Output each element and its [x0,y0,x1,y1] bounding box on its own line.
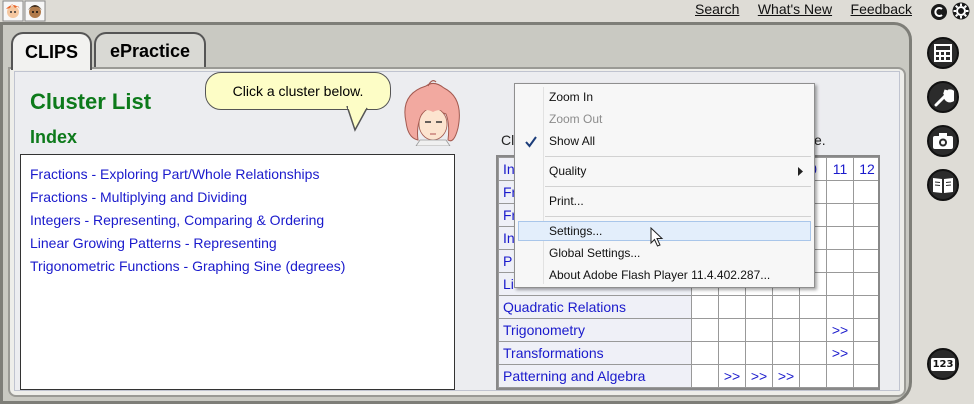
grid-cell-link[interactable]: >> [826,318,854,342]
flash-context-menu: Zoom In Zoom Out Show All Quality Print.… [514,83,815,288]
menu-separator [545,156,811,157]
grid-caption-start: Cl [501,132,515,148]
checkmark-icon [525,136,537,148]
grid-cell [853,295,878,319]
menu-item-zoom-out: Zoom Out [549,112,603,126]
grid-cell [799,318,827,342]
mascot-avatars-icon [2,0,46,22]
camera-icon [933,133,953,149]
grid-cell [745,295,773,319]
menu-item-global-settings[interactable]: Global Settings... [549,243,811,263]
grid-cell [826,364,854,388]
submenu-arrow-icon [798,167,803,176]
table-row: Quadratic Relations [498,295,878,319]
mouse-cursor-icon [650,227,664,247]
grid-cell [799,295,827,319]
top-links: Search What's New Feedback [695,1,926,21]
grid-topic-patterning-and-algebra[interactable]: Patterning and Algebra [498,364,692,388]
table-row: Trigonometry >> [498,318,878,342]
grid-cell [772,341,800,365]
grid-cell [691,295,719,319]
camera-button[interactable] [927,125,959,157]
search-link[interactable]: Search [695,1,739,17]
grid-cell-link[interactable]: >> [718,364,746,388]
whats-new-link[interactable]: What's New [758,1,832,17]
menu-item-about-flash[interactable]: About Adobe Flash Player 11.4.402.287... [549,265,811,285]
grid-cell [826,295,854,319]
grid-cell [772,295,800,319]
calculator-button[interactable] [927,37,959,69]
top-icons [931,2,970,20]
grid-cell [691,364,719,388]
menu-separator [545,186,811,187]
grid-cell-link[interactable]: >> [745,364,773,388]
grid-cell [745,318,773,342]
number-pad-button[interactable]: 123 [927,348,959,380]
menu-item-print[interactable]: Print... [549,191,811,211]
table-row: Transformations >> [498,341,878,365]
grid-cell [691,341,719,365]
grid-cell [772,318,800,342]
grid-cell [853,341,878,365]
speech-bubble: Click a cluster below. [205,72,391,110]
menu-separator [545,216,811,217]
number-pad-icon: 123 [930,357,956,371]
index-link-fractions-part-whole[interactable]: Fractions - Exploring Part/Whole Relatio… [30,163,454,186]
grid-cell-link[interactable]: >> [772,364,800,388]
glossary-button[interactable] [927,169,959,201]
menu-item-zoom-in[interactable]: Zoom In [549,87,811,107]
copyright-icon[interactable] [931,4,947,20]
index-list: Fractions - Exploring Part/Whole Relatio… [20,154,455,390]
wrench-icon [934,89,954,107]
grid-topic-transformations[interactable]: Transformations [498,341,692,365]
grid-cell [718,341,746,365]
table-row: Patterning and Algebra >> >> >> [498,364,878,388]
grid-column-header: 12 [853,157,878,181]
grid-cell [853,364,878,388]
grid-topic-trigonometry[interactable]: Trigonometry [498,318,692,342]
tab-clips[interactable]: CLIPS [11,32,92,70]
menu-gutter [543,87,544,284]
book-icon [933,178,953,193]
grid-cell [718,295,746,319]
index-link-fractions-multiplying[interactable]: Fractions - Multiplying and Dividing [30,186,454,209]
grid-caption-end: e. [814,132,826,148]
page-title: Cluster List [30,89,152,114]
grid-cell [691,318,719,342]
bubble-text: Click a cluster below. [232,83,364,99]
menu-item-quality[interactable]: Quality [549,161,811,181]
tools-button[interactable] [927,81,959,113]
menu-item-settings[interactable]: Settings... [518,221,811,241]
grid-cell [799,341,827,365]
index-link-trigonometric-functions[interactable]: Trigonometric Functions - Graphing Sine … [30,255,454,278]
menu-item-show-all[interactable]: Show All [549,131,811,151]
bubble-tail [346,106,368,132]
grid-cell [853,318,878,342]
index-link-integers[interactable]: Integers - Representing, Comparing & Ord… [30,209,454,232]
grid-topic-quadratic-relations[interactable]: Quadratic Relations [498,295,692,319]
calculator-icon [934,44,952,62]
top-bar: Search What's New Feedback [0,0,974,22]
index-link-linear-growing-patterns[interactable]: Linear Growing Patterns - Representing [30,232,454,255]
mascot-girl-icon [404,80,460,146]
grid-cell [799,364,827,388]
grid-cell-link[interactable]: >> [826,341,854,365]
grid-cell [718,318,746,342]
grid-column-header: 11 [826,157,854,181]
feedback-link[interactable]: Feedback [851,1,912,17]
gear-icon[interactable] [952,2,970,20]
index-heading: Index [30,127,78,147]
grid-cell [745,341,773,365]
tab-epractice[interactable]: ePractice [94,32,206,69]
